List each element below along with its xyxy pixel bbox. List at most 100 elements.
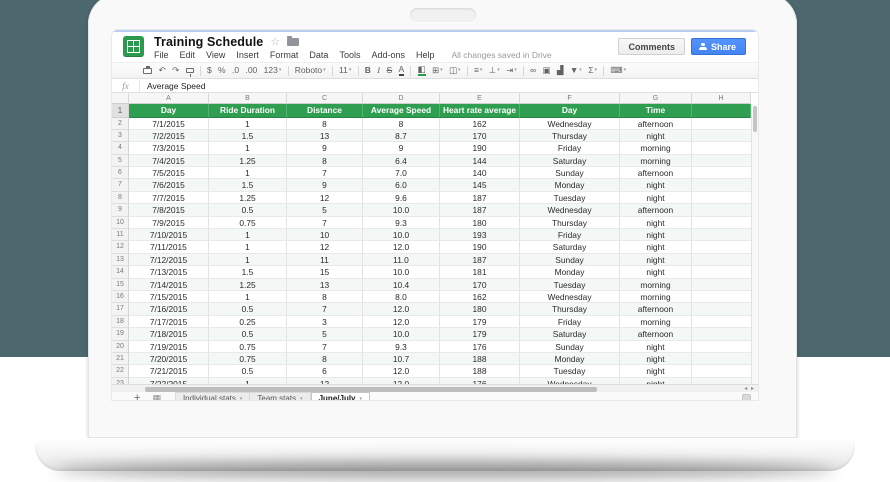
cell[interactable] [692,365,751,377]
merge-cells-button[interactable]: ◫▾ [446,64,464,77]
cell[interactable]: 10.4 [363,279,440,291]
menu-format[interactable]: Format [270,50,299,60]
cell[interactable]: 5 [287,328,363,340]
document-title[interactable]: Training Schedule [154,35,263,49]
cell[interactable]: 7/1/2015 [129,118,209,130]
cell[interactable]: night [620,217,692,229]
row-number[interactable]: 8 [112,192,129,204]
cell[interactable]: 140 [440,167,520,179]
cell[interactable]: 6.0 [363,179,440,191]
print-icon[interactable] [140,64,155,77]
cell[interactable]: 0.75 [209,353,287,365]
share-button[interactable]: Share [691,38,746,55]
cell[interactable]: 7/4/2015 [129,155,209,167]
cell[interactable] [692,353,751,365]
row-number[interactable]: 15 [112,279,129,291]
insert-link-icon[interactable]: ∞ [527,64,539,77]
cell[interactable]: 7/16/2015 [129,303,209,315]
cell[interactable]: 1.25 [209,155,287,167]
star-icon[interactable]: ☆ [270,37,280,48]
cell[interactable]: night [620,192,692,204]
cell[interactable]: 10 [287,229,363,241]
cell[interactable]: 145 [440,179,520,191]
text-wrap-button[interactable]: ⇥▾ [503,64,520,77]
cell[interactable]: 6.4 [363,155,440,167]
header-cell[interactable] [692,104,751,118]
cell[interactable]: 7/20/2015 [129,353,209,365]
column-header-E[interactable]: E [440,93,520,104]
cell[interactable] [692,217,751,229]
row-number[interactable]: 10 [112,217,129,229]
column-header-C[interactable]: C [287,93,363,104]
cell[interactable]: Tuesday [520,365,620,377]
folder-icon[interactable] [287,38,299,46]
formula-input[interactable]: Average Speed [140,81,205,91]
cell[interactable]: 12 [287,192,363,204]
cell[interactable]: afternoon [620,118,692,130]
cell[interactable]: 0.5 [209,365,287,377]
cell[interactable] [692,130,751,142]
cell[interactable] [692,291,751,303]
cell[interactable]: 1 [209,254,287,266]
cell[interactable]: 12.0 [363,316,440,328]
vertical-align-button[interactable]: ⊥▾ [486,64,503,77]
font-size-select[interactable]: 11▾ [336,64,355,77]
cell[interactable]: 7/13/2015 [129,266,209,278]
cell[interactable]: night [620,365,692,377]
cell[interactable]: night [620,229,692,241]
vertical-scrollbar[interactable] [751,104,758,384]
cell[interactable] [692,142,751,154]
cell[interactable]: 0.25 [209,316,287,328]
corner-cell[interactable] [112,93,129,104]
cell[interactable]: night [620,241,692,253]
cell[interactable]: 1.5 [209,179,287,191]
cell[interactable] [692,204,751,216]
cell[interactable]: 176 [440,341,520,353]
cell[interactable] [692,155,751,167]
cell[interactable]: night [620,179,692,191]
cell[interactable]: 9.6 [363,192,440,204]
all-sheets-icon[interactable]: ▦ [152,392,161,400]
row-number[interactable]: 18 [112,316,129,328]
sheet-tab-teamstats[interactable]: Team stats▾ [250,392,310,400]
currency-format-button[interactable]: $ [204,64,215,77]
cell[interactable] [692,241,751,253]
decrease-decimals-button[interactable]: .0 [229,64,242,77]
cell[interactable]: 187 [440,204,520,216]
cell[interactable]: Thursday [520,217,620,229]
cell[interactable]: 11.0 [363,254,440,266]
cell[interactable]: 7/12/2015 [129,254,209,266]
paint-format-icon[interactable] [182,64,196,77]
cell[interactable]: afternoon [620,328,692,340]
percent-format-button[interactable]: % [215,64,229,77]
cell[interactable]: 1 [209,142,287,154]
cell[interactable]: 12.0 [363,365,440,377]
menu-addons[interactable]: Add-ons [371,50,405,60]
cell[interactable]: 7.0 [363,167,440,179]
header-cell[interactable]: Day [129,104,209,118]
cell[interactable]: night [620,266,692,278]
cell[interactable]: Monday [520,179,620,191]
cell[interactable]: Tuesday [520,192,620,204]
cell[interactable]: 10.7 [363,353,440,365]
cell[interactable]: Friday [520,316,620,328]
cell[interactable] [692,167,751,179]
undo-icon[interactable]: ↶ [155,64,169,77]
horizontal-align-button[interactable]: ≡▾ [471,64,486,77]
cell[interactable]: 170 [440,279,520,291]
cell[interactable]: morning [620,316,692,328]
cell[interactable]: 1 [209,167,287,179]
cell[interactable]: 193 [440,229,520,241]
cell[interactable]: 1.25 [209,192,287,204]
cell[interactable]: 7/14/2015 [129,279,209,291]
cell[interactable]: afternoon [620,204,692,216]
column-header-D[interactable]: D [363,93,440,104]
cell[interactable]: 1 [209,118,287,130]
cell[interactable]: 6 [287,365,363,377]
sheets-logo-icon[interactable] [123,36,144,57]
cell[interactable]: 10.0 [363,204,440,216]
cell[interactable] [692,328,751,340]
filter-icon[interactable]: ▼▾ [567,64,585,77]
cell[interactable]: afternoon [620,303,692,315]
cell[interactable]: 1.25 [209,279,287,291]
